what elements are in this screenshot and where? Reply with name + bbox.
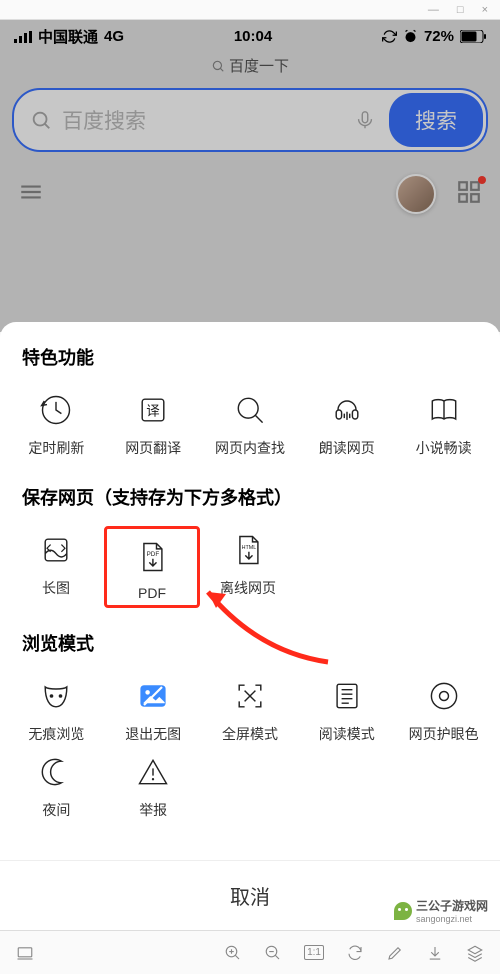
carrier-label: 中国联通 <box>38 26 98 47</box>
item-long-screenshot[interactable]: 长图 <box>8 526 104 608</box>
section-title-save: 保存网页（支持存为下方多格式） <box>0 484 500 526</box>
signal-icon <box>14 31 32 43</box>
item-find-in-page[interactable]: 网页内查找 <box>202 386 299 462</box>
apps-button[interactable] <box>456 179 482 210</box>
watermark-text: 三公子游戏网 <box>416 897 488 914</box>
menu-button[interactable] <box>18 179 44 210</box>
network-label: 4G <box>104 28 124 45</box>
status-bar: 中国联通 4G 10:04 72% <box>0 20 500 51</box>
battery-icon <box>460 30 486 43</box>
edit-icon[interactable] <box>386 944 404 962</box>
page-indicator: 1:1 <box>304 945 324 960</box>
item-save-pdf[interactable]: PDF PDF <box>104 526 200 608</box>
search-input[interactable]: 百度搜索 <box>62 105 146 135</box>
item-report[interactable]: 举报 <box>105 748 202 824</box>
window-chrome: — □ × <box>0 0 500 20</box>
refresh-icon[interactable] <box>346 944 364 962</box>
layers-icon[interactable] <box>466 944 484 962</box>
item-save-offline[interactable]: HTML 离线网页 <box>200 526 296 608</box>
zoom-out-icon[interactable] <box>264 944 282 962</box>
section-title-features: 特色功能 <box>0 344 500 386</box>
maximize-button[interactable]: □ <box>457 4 464 16</box>
device-icon[interactable] <box>16 944 34 962</box>
item-reader-mode[interactable]: 阅读模式 <box>298 672 395 748</box>
zoom-in-icon[interactable] <box>224 944 242 962</box>
item-night-mode[interactable]: 夜间 <box>8 748 105 824</box>
item-exit-no-image[interactable]: 退出无图 <box>105 672 202 748</box>
download-icon[interactable] <box>426 944 444 962</box>
mic-icon[interactable] <box>354 109 376 131</box>
watermark-url: sangongzi.net <box>416 914 488 924</box>
item-translate[interactable]: 译 网页翻译 <box>105 386 202 462</box>
watermark: 三公子游戏网 sangongzi.net <box>390 895 492 926</box>
avatar[interactable] <box>396 174 436 214</box>
time-label: 10:04 <box>234 28 272 45</box>
watermark-logo-icon <box>394 902 412 920</box>
battery-label: 72% <box>424 28 454 45</box>
item-fullscreen[interactable]: 全屏模式 <box>202 672 299 748</box>
close-button[interactable]: × <box>482 4 488 16</box>
tab-title: 百度一下 <box>0 51 500 84</box>
bottom-toolbar: 1:1 <box>0 930 500 974</box>
search-button[interactable]: 搜索 <box>389 93 483 147</box>
item-novel-mode[interactable]: 小说畅读 <box>395 386 492 462</box>
svg-text:译: 译 <box>146 403 160 418</box>
section-title-browse: 浏览模式 <box>0 630 500 672</box>
svg-text:HTML: HTML <box>242 545 257 551</box>
svg-text:PDF: PDF <box>147 551 160 558</box>
background-app: 中国联通 4G 10:04 72% 百度一下 百度搜索 搜索 <box>0 20 500 332</box>
notification-dot <box>478 176 486 184</box>
action-sheet: 特色功能 定时刷新 译 网页翻译 网页内查找 朗读网页 小说畅读 <box>0 322 500 930</box>
alarm-icon <box>403 29 418 44</box>
sync-icon <box>382 29 397 44</box>
search-icon <box>30 109 52 131</box>
item-timed-refresh[interactable]: 定时刷新 <box>8 386 105 462</box>
item-incognito[interactable]: 无痕浏览 <box>8 672 105 748</box>
minimize-button[interactable]: — <box>428 4 439 16</box>
search-bar[interactable]: 百度搜索 搜索 <box>12 88 488 152</box>
item-eye-protect[interactable]: 网页护眼色 <box>395 672 492 748</box>
item-read-aloud[interactable]: 朗读网页 <box>298 386 395 462</box>
